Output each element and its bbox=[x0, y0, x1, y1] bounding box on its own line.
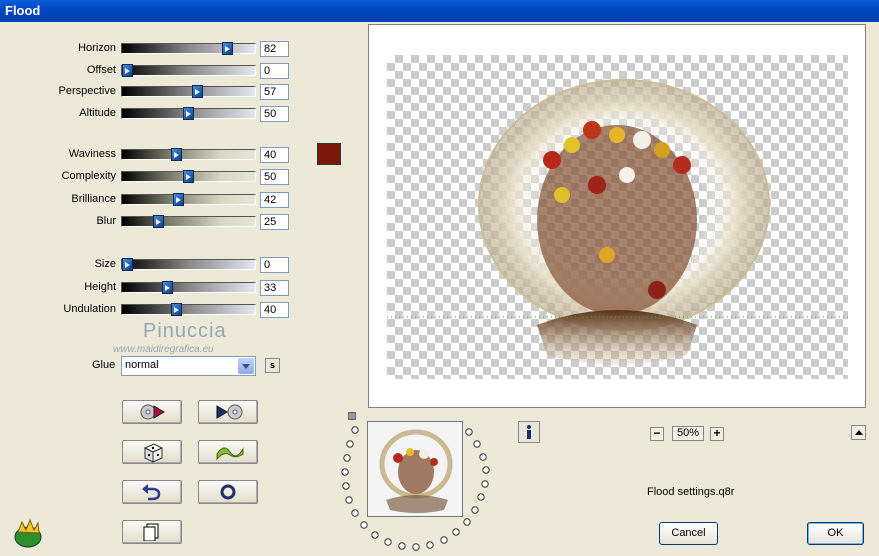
glue-value: normal bbox=[125, 359, 159, 371]
waviness-thumb[interactable] bbox=[171, 148, 182, 161]
brilliance-thumb[interactable] bbox=[173, 193, 184, 206]
size-thumb[interactable] bbox=[122, 258, 133, 271]
waviness-input[interactable]: 40 bbox=[260, 147, 289, 163]
document-icon bbox=[143, 523, 159, 541]
blur-slider[interactable] bbox=[121, 215, 256, 228]
dice-icon bbox=[143, 443, 164, 463]
height-slider[interactable] bbox=[121, 281, 256, 294]
offset-input[interactable]: 0 bbox=[260, 63, 289, 79]
undulation-slider[interactable] bbox=[121, 303, 256, 316]
brilliance-input[interactable]: 42 bbox=[260, 192, 289, 208]
altitude-slider[interactable] bbox=[121, 107, 256, 120]
undo-button[interactable] bbox=[122, 480, 182, 504]
complexity-slider[interactable] bbox=[121, 170, 256, 183]
reset-button[interactable] bbox=[198, 480, 258, 504]
wave-icon bbox=[216, 447, 244, 461]
altitude-input[interactable]: 50 bbox=[260, 106, 289, 122]
settings-filename: Flood settings.q8r bbox=[647, 486, 735, 498]
complexity-input[interactable]: 50 bbox=[260, 169, 289, 185]
zoom-in-button[interactable]: + bbox=[710, 427, 724, 441]
complexity-thumb[interactable] bbox=[183, 170, 194, 183]
horizon-input[interactable]: 82 bbox=[260, 41, 289, 57]
ok-button[interactable]: OK bbox=[807, 522, 864, 545]
info-button[interactable] bbox=[518, 421, 540, 443]
window-title: Flood bbox=[5, 3, 41, 18]
collapse-up-button[interactable] bbox=[851, 425, 866, 440]
chevron-down-icon[interactable] bbox=[238, 358, 254, 374]
disc-arrow-icon bbox=[140, 404, 165, 420]
horizon-thumb[interactable] bbox=[222, 42, 233, 55]
thumbnail-image bbox=[368, 422, 462, 516]
height-thumb[interactable] bbox=[162, 281, 173, 294]
preview-panel[interactable] bbox=[368, 24, 866, 408]
preview-image bbox=[387, 79, 848, 365]
info-icon bbox=[527, 425, 531, 439]
dialog-body: Horizon 82 Offset 0 Perspective 57 Altit… bbox=[0, 22, 879, 556]
blur-input[interactable]: 25 bbox=[260, 214, 289, 230]
glue-s-button[interactable]: s bbox=[265, 358, 280, 373]
perspective-thumb[interactable] bbox=[192, 85, 203, 98]
wave-button[interactable] bbox=[198, 440, 258, 464]
load-preset-button[interactable] bbox=[122, 400, 182, 424]
size-slider[interactable] bbox=[121, 258, 256, 271]
undulation-thumb[interactable] bbox=[171, 303, 182, 316]
watermark-url: www.maidiregrafica.eu bbox=[113, 344, 214, 355]
arrow-disc-icon bbox=[216, 404, 243, 420]
waviness-slider[interactable] bbox=[121, 148, 256, 161]
zoom-out-button[interactable]: − bbox=[650, 427, 664, 441]
horizon-slider[interactable] bbox=[121, 42, 256, 55]
perspective-slider[interactable] bbox=[121, 85, 256, 98]
glue-select[interactable]: normal bbox=[121, 356, 256, 376]
altitude-thumb[interactable] bbox=[183, 107, 194, 120]
cancel-button[interactable]: Cancel bbox=[659, 522, 718, 545]
watermark-name: Pinuccia bbox=[143, 320, 227, 342]
app-logo-icon bbox=[14, 518, 42, 548]
color-swatch[interactable] bbox=[317, 143, 341, 165]
randomize-button[interactable] bbox=[122, 440, 182, 464]
blur-thumb[interactable] bbox=[153, 215, 164, 228]
height-input[interactable]: 33 bbox=[260, 280, 289, 296]
save-preset-button[interactable] bbox=[198, 400, 258, 424]
glue-label: Glue bbox=[92, 359, 116, 371]
zoom-level: 50% bbox=[672, 426, 704, 441]
undo-icon bbox=[142, 484, 161, 501]
offset-slider[interactable] bbox=[121, 64, 256, 77]
preview-canvas bbox=[387, 55, 848, 379]
navigator-thumbnail[interactable] bbox=[367, 421, 463, 517]
ring-icon bbox=[220, 484, 236, 500]
size-input[interactable]: 0 bbox=[260, 257, 289, 273]
title-bar: Flood bbox=[0, 0, 879, 22]
offset-thumb[interactable] bbox=[122, 64, 133, 77]
perspective-input[interactable]: 57 bbox=[260, 84, 289, 100]
brilliance-slider[interactable] bbox=[121, 193, 256, 206]
copy-button[interactable] bbox=[122, 520, 182, 544]
undulation-input[interactable]: 40 bbox=[260, 302, 289, 318]
